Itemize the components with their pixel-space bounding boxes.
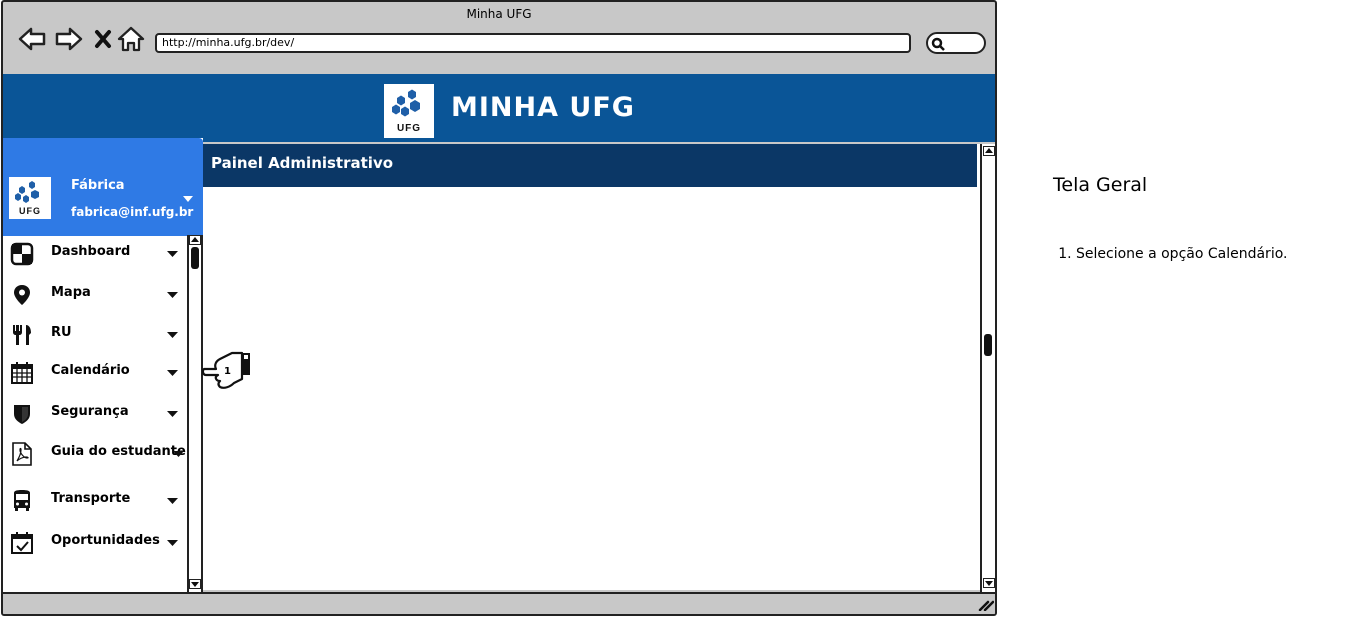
user-profile-card[interactable]: UFG Fábrica fabrica@inf.ufg.br (3, 138, 203, 236)
panel-title: Painel Administrativo (201, 144, 977, 187)
menu-item-calendario[interactable]: Calendário (3, 354, 187, 390)
menu-item-transporte[interactable]: Transporte (3, 482, 187, 518)
step-marker: 1 (224, 366, 231, 377)
svg-text:UFG: UFG (19, 206, 41, 216)
caret-down-icon[interactable] (182, 195, 194, 203)
menu-item-label: Segurança (51, 404, 129, 419)
sidebar: UFG Fábrica fabrica@inf.ufg.br Dashboard (3, 138, 203, 593)
shield-icon (14, 405, 30, 424)
calendar-check-icon (11, 532, 33, 554)
map-pin-icon (14, 285, 30, 305)
scroll-up-arrow-icon[interactable] (983, 146, 995, 156)
app-title: MINHA UFG (451, 92, 635, 123)
menu-item-label: Guia do estudante (51, 444, 186, 459)
menu-item-label: Dashboard (51, 244, 131, 259)
menu-item-label: RU (51, 325, 72, 340)
scroll-thumb[interactable] (191, 247, 199, 269)
status-bar (3, 592, 995, 614)
menu-item-label: Calendário (51, 363, 130, 378)
caret-down-icon[interactable] (167, 411, 178, 418)
forward-arrow-icon[interactable] (54, 24, 84, 54)
caret-down-icon[interactable] (167, 251, 178, 258)
profile-name: Fábrica (71, 178, 125, 193)
note-step: Selecione a opção Calendário. (1076, 246, 1287, 262)
back-arrow-icon[interactable] (17, 24, 47, 54)
menu-item-label: Oportunidades (51, 533, 160, 548)
caret-down-icon[interactable] (167, 370, 178, 377)
magnifier-icon (931, 37, 945, 51)
menu-item-oportunidades[interactable]: Oportunidades (3, 524, 187, 560)
scroll-down-arrow-icon[interactable] (189, 579, 201, 589)
note-title: Tela Geral (1053, 174, 1148, 196)
window-title: Minha UFG (466, 7, 532, 21)
calendar-icon (11, 362, 33, 384)
menu-item-guia-do-estudante[interactable]: Guia do estudante (3, 435, 187, 471)
browser-search-field[interactable] (926, 32, 986, 54)
menu-item-label: Mapa (51, 285, 91, 300)
resize-grip-icon[interactable] (978, 599, 994, 611)
sidebar-scrollbar[interactable] (187, 235, 203, 593)
main-scrollbar[interactable] (980, 144, 995, 592)
home-icon[interactable] (116, 24, 146, 54)
svg-text:UFG: UFG (397, 123, 421, 134)
address-bar[interactable]: http://minha.ufg.br/dev/ (155, 33, 911, 53)
fork-knife-icon (13, 325, 31, 345)
app-header: UFG MINHA UFG (3, 74, 995, 142)
caret-down-icon[interactable] (167, 498, 178, 505)
caret-down-icon[interactable] (167, 332, 178, 339)
caret-down-icon[interactable] (167, 292, 178, 299)
content-area: Painel Administrativo (201, 144, 981, 590)
dashboard-icon (10, 242, 34, 266)
scroll-up-arrow-icon[interactable] (189, 235, 201, 245)
browser-window: Minha UFG http://minha.ufg.br/dev/ UFG M… (1, 0, 997, 616)
scroll-down-arrow-icon[interactable] (983, 578, 995, 588)
scroll-thumb[interactable] (984, 334, 992, 356)
profile-avatar: UFG (9, 177, 51, 219)
profile-email: fabrica@inf.ufg.br (71, 205, 194, 219)
menu-item-seguranca[interactable]: Segurança (3, 395, 187, 431)
menu-item-label: Transporte (51, 491, 131, 506)
caret-down-icon[interactable] (173, 451, 184, 458)
ufg-logo: UFG (384, 84, 434, 138)
note-steps: Selecione a opção Calendário. (1060, 246, 1287, 262)
menu-item-ru[interactable]: RU (3, 316, 187, 352)
pdf-icon (12, 442, 32, 466)
menu-item-mapa[interactable]: Mapa (3, 276, 187, 312)
caret-down-icon[interactable] (167, 540, 178, 547)
bus-icon (14, 490, 30, 511)
menu-item-dashboard[interactable]: Dashboard (3, 235, 187, 271)
